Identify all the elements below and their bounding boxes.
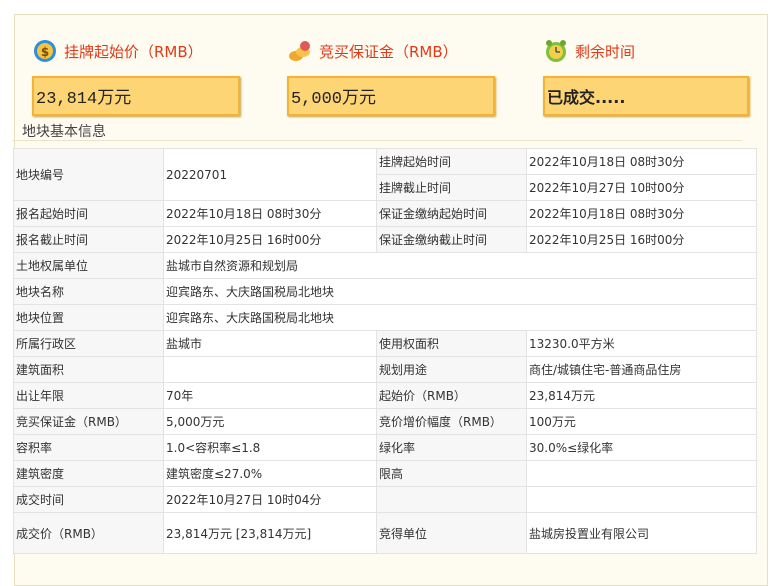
far-value: 1.0<容积率≤1.8	[163, 434, 377, 461]
winner-value: 盐城房投置业有限公司	[526, 512, 757, 554]
section-title: 地块基本信息	[22, 124, 106, 140]
deposit-start-label: 保证金缴纳起始时间	[376, 200, 527, 227]
signup-end-label: 报名截止时间	[13, 226, 164, 253]
start-price-value: 23,814万元	[32, 76, 240, 116]
start-price-block: $ 挂牌起始价（RMB） 23,814万元	[32, 35, 240, 116]
table-row: 地块名称 迎宾路东、大庆路国税局北地块	[13, 278, 757, 305]
coins-icon	[287, 38, 313, 64]
district-label: 所属行政区	[13, 330, 164, 357]
table-row: 报名起始时间 2022年10月18日 08时30分 保证金缴纳起始时间 2022…	[13, 200, 757, 227]
start-price-label: 起始价（RMB）	[376, 382, 527, 409]
green-value: 30.0%≤绿化率	[526, 434, 757, 461]
parcel-name-value: 迎宾路东、大庆路国税局北地块	[163, 278, 757, 305]
deposit-label: 竞买保证金（RMB）	[13, 408, 164, 435]
deposit-start-value: 2022年10月18日 08时30分	[526, 200, 757, 227]
listing-end-value: 2022年10月27日 10时00分	[526, 174, 757, 201]
signup-start-value: 2022年10月18日 08时30分	[163, 200, 377, 227]
green-label: 绿化率	[376, 434, 527, 461]
deal-price-label: 成交价（RMB）	[13, 512, 164, 554]
deposit-value: 5,000万元	[287, 76, 495, 116]
increment-label: 竞价增价幅度（RMB）	[376, 408, 527, 435]
term-value: 70年	[163, 382, 377, 409]
table-row: 土地权属单位 盐城市自然资源和规划局	[13, 252, 757, 279]
start-price-cell: 23,814万元	[526, 382, 757, 409]
owner-value: 盐城市自然资源和规划局	[163, 252, 757, 279]
far-label: 容积率	[13, 434, 164, 461]
listing-start-value: 2022年10月18日 08时30分	[526, 148, 757, 175]
build-area-value	[163, 356, 377, 383]
table-row: 地块位置 迎宾路东、大庆路国税局北地块	[13, 304, 757, 331]
height-value	[526, 460, 757, 487]
table-row: 建筑密度 建筑密度≤27.0% 限高	[13, 460, 757, 487]
table-row: 出让年限 70年 起始价（RMB） 23,814万元	[13, 382, 757, 409]
plan-use-value: 商住/城镇住宅-普通商品住房	[526, 356, 757, 383]
district-value: 盐城市	[163, 330, 377, 357]
table-row: 竞买保证金（RMB） 5,000万元 竞价增价幅度（RMB） 100万元	[13, 408, 757, 435]
table-row: 成交时间 2022年10月27日 10时04分	[13, 486, 757, 513]
table-row: 所属行政区 盐城市 使用权面积 13230.0平方米	[13, 330, 757, 357]
alarm-clock-icon	[543, 38, 569, 64]
parcel-info-table: 地块编号 20220701 挂牌起始时间 2022年10月18日 08时30分 …	[13, 148, 757, 554]
table-row: 容积率 1.0<容积率≤1.8 绿化率 30.0%≤绿化率	[13, 434, 757, 461]
owner-label: 土地权属单位	[13, 252, 164, 279]
location-value: 迎宾路东、大庆路国税局北地块	[163, 304, 757, 331]
table-row: 报名截止时间 2022年10月25日 16时00分 保证金缴纳截止时间 2022…	[13, 226, 757, 253]
listing-start-label: 挂牌起始时间	[376, 148, 527, 175]
svg-text:$: $	[41, 45, 49, 59]
deal-price-value: 23,814万元 [23,814万元]	[163, 512, 377, 554]
start-price-title: 挂牌起始价（RMB）	[64, 42, 203, 61]
use-area-label: 使用权面积	[376, 330, 527, 357]
signup-start-label: 报名起始时间	[13, 200, 164, 227]
money-icon: $	[32, 38, 58, 64]
parcel-no-label: 地块编号	[13, 148, 164, 201]
term-label: 出让年限	[13, 382, 164, 409]
parcel-no-value: 20220701	[163, 148, 377, 201]
deposit-end-label: 保证金缴纳截止时间	[376, 226, 527, 253]
deposit-end-value: 2022年10月25日 16时00分	[526, 226, 757, 253]
deposit-block: 竞买保证金（RMB） 5,000万元	[287, 35, 495, 116]
parcel-name-label: 地块名称	[13, 278, 164, 305]
time-left-block: 剩余时间 已成交.....	[543, 35, 749, 116]
deal-time-label: 成交时间	[13, 486, 164, 513]
time-left-value: 已成交.....	[543, 76, 749, 116]
deal-time-value: 2022年10月27日 10时04分	[163, 486, 377, 513]
use-area-value: 13230.0平方米	[526, 330, 757, 357]
empty-cell	[526, 486, 757, 513]
increment-value: 100万元	[526, 408, 757, 435]
density-value: 建筑密度≤27.0%	[163, 460, 377, 487]
section-divider	[12, 140, 742, 141]
build-area-label: 建筑面积	[13, 356, 164, 383]
time-left-title: 剩余时间	[575, 42, 636, 61]
signup-end-value: 2022年10月25日 16时00分	[163, 226, 377, 253]
density-label: 建筑密度	[13, 460, 164, 487]
empty-cell	[376, 486, 527, 513]
height-label: 限高	[376, 460, 527, 487]
table-row: 成交价（RMB） 23,814万元 [23,814万元] 竞得单位 盐城房投置业…	[13, 512, 757, 554]
plan-use-label: 规划用途	[376, 356, 527, 383]
winner-label: 竞得单位	[376, 512, 527, 554]
table-row: 地块编号 20220701 挂牌起始时间 2022年10月18日 08时30分	[13, 148, 757, 201]
deposit-title: 竞买保证金（RMB）	[319, 42, 458, 61]
price-summary: $ 挂牌起始价（RMB） 23,814万元 竞买保证金（RMB） 5,000万元	[15, 15, 767, 125]
deposit-cell: 5,000万元	[163, 408, 377, 435]
listing-end-label: 挂牌截止时间	[376, 174, 527, 201]
location-label: 地块位置	[13, 304, 164, 331]
table-row: 建筑面积 规划用途 商住/城镇住宅-普通商品住房	[13, 356, 757, 383]
